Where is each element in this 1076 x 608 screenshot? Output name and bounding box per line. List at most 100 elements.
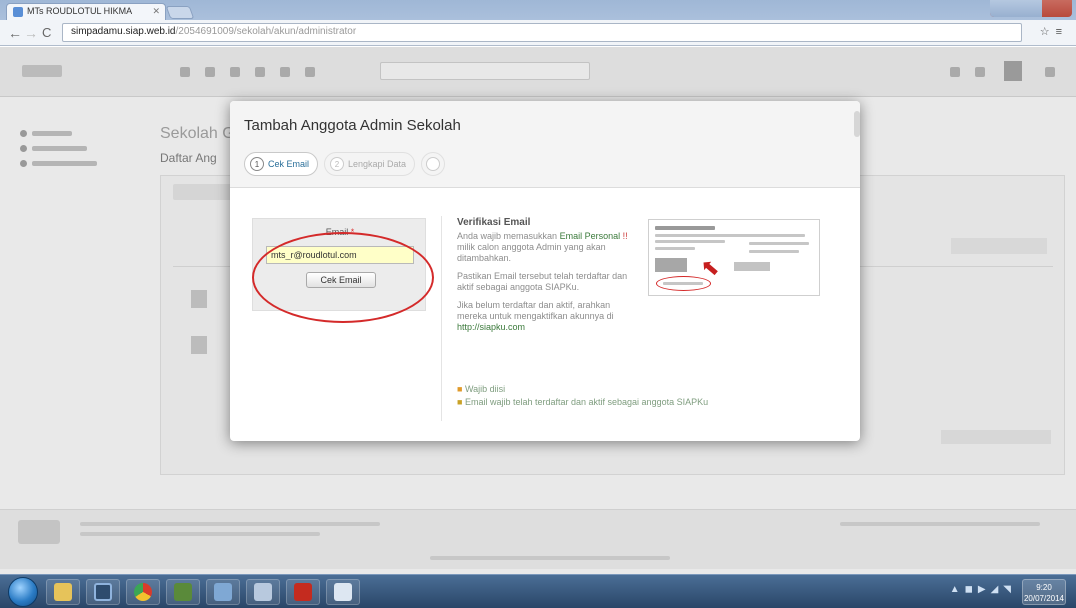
thumb-line [749, 242, 809, 245]
calculator-icon [334, 583, 352, 601]
step-label: Lengkapi Data [348, 159, 407, 169]
cek-email-button[interactable]: Cek Email [306, 272, 376, 288]
verification-text-2: Pastikan Email tersebut telah terdaftar … [457, 271, 628, 292]
text: Anda wajib memasukkan [457, 231, 558, 241]
pen-icon [214, 583, 232, 601]
panel-search[interactable] [951, 238, 1047, 254]
legend-item: ■ Email wajib telah terdaftar dan aktif … [457, 396, 708, 409]
legend-text: Wajib diisi [464, 384, 506, 394]
back-icon[interactable]: ← [8, 25, 22, 41]
site-search-input[interactable] [380, 62, 590, 80]
email-form: Email * Cek Email [252, 218, 426, 311]
verification-title: Verifikasi Email [457, 217, 531, 228]
taskbar-app-tools[interactable] [246, 579, 280, 605]
forward-icon[interactable]: → [24, 25, 38, 41]
legend: ■ Wajib diisi ■ Email wajib telah terdaf… [457, 383, 708, 409]
taskbar-app-word[interactable] [166, 579, 200, 605]
media-icon [94, 583, 112, 601]
sidebar-item[interactable] [20, 142, 130, 154]
email-label: Email * [253, 227, 427, 237]
reload-icon[interactable]: C [42, 25, 51, 40]
email-input[interactable] [266, 246, 414, 264]
clock-date: 20/07/2014 [1023, 594, 1065, 603]
example-screenshot: ⬅ [648, 219, 820, 296]
footer-text [430, 556, 670, 560]
page-subtitle: Daftar Ang [160, 151, 217, 165]
verification-text-1: Anda wajib memasukkan Email Personal !! … [457, 231, 639, 264]
address-bar[interactable]: simpadamu.siap.web.id/2054691009/sekolah… [62, 23, 1022, 42]
taskbar-app-calc[interactable] [326, 579, 360, 605]
nav-icon[interactable] [205, 67, 215, 77]
step-cek-email[interactable]: 1 Cek Email [244, 152, 319, 176]
nav-icon[interactable] [280, 67, 290, 77]
step-lengkapi-data[interactable]: 2 Lengkapi Data [324, 152, 416, 176]
new-tab-button[interactable] [165, 6, 195, 19]
tab-strip: MTs ROUDLOTUL HIKMA ✕ [0, 0, 1076, 21]
step-finish[interactable] [421, 152, 446, 176]
divider [441, 216, 442, 421]
toolbar-menu-icons[interactable]: ☆≡ [1040, 25, 1068, 38]
folder-icon [54, 583, 72, 601]
site-header [0, 47, 1076, 97]
sidebar [20, 127, 130, 172]
start-button[interactable] [8, 577, 38, 607]
panel-button[interactable] [173, 184, 233, 200]
taskbar-app-explorer[interactable] [46, 579, 80, 605]
siapku-link[interactable]: http://siapku.com [457, 322, 525, 332]
wizard-steps: 1 Cek Email 2 Lengkapi Data [244, 152, 451, 176]
system-clock[interactable]: 9:20 20/07/2014 [1022, 579, 1066, 605]
thumb-line [749, 250, 799, 253]
thumb-block [734, 262, 770, 271]
email-personal-link[interactable]: Email Personal [560, 231, 621, 241]
nav-icon[interactable] [255, 67, 265, 77]
text: milik calon anggota Admin yang akan dita… [457, 242, 606, 263]
url-path: /2054691009/sekolah/akun/administrator [175, 26, 357, 37]
browser-chrome: MTs ROUDLOTUL HIKMA ✕ ← → C simpadamu.si… [0, 0, 1076, 46]
nav-icon[interactable] [230, 67, 240, 77]
browser-tab[interactable]: MTs ROUDLOTUL HIKMA ✕ [6, 3, 166, 21]
table-row-avatar [191, 290, 207, 308]
required-marker: * [350, 227, 355, 237]
taskbar-app-pen[interactable] [206, 579, 240, 605]
sidebar-item[interactable] [20, 127, 130, 139]
nav-icon[interactable] [305, 67, 315, 77]
verification-text-3: Jika belum terdaftar dan aktif, arahkan … [457, 300, 639, 333]
taskbar: ▲◼▶◢◥ 9:20 20/07/2014 [0, 574, 1076, 608]
step-number: 1 [250, 157, 264, 171]
chrome-icon [134, 583, 152, 601]
annotation-circle [656, 276, 711, 291]
site-footer [0, 509, 1076, 569]
nav-icon[interactable] [975, 67, 985, 77]
thumb-line [655, 234, 805, 237]
nav-icon[interactable] [950, 67, 960, 77]
taskbar-app-media[interactable] [86, 579, 120, 605]
footer-text [840, 522, 1040, 526]
nav-icon[interactable] [1045, 67, 1055, 77]
taskbar-app-acrobat[interactable] [286, 579, 320, 605]
window-controls[interactable] [990, 0, 1072, 17]
modal-header: Tambah Anggota Admin Sekolah 1 Cek Email… [230, 101, 860, 188]
footer-text [80, 532, 320, 536]
add-admin-modal: Tambah Anggota Admin Sekolah 1 Cek Email… [230, 101, 860, 441]
step-number: 2 [330, 157, 345, 171]
taskbar-app-chrome[interactable] [126, 579, 160, 605]
step-finish-icon [426, 157, 441, 171]
minimize-maximize-buttons[interactable] [990, 0, 1042, 17]
system-tray-icons[interactable]: ▲◼▶◢◥ [950, 584, 1016, 595]
pagination[interactable] [941, 430, 1051, 444]
thumb-line [655, 226, 715, 230]
favicon-icon [13, 6, 23, 17]
sidebar-item[interactable] [20, 157, 130, 169]
scrollbar[interactable] [854, 111, 860, 137]
legend-item: ■ Wajib diisi [457, 383, 708, 396]
acrobat-icon [294, 583, 312, 601]
close-tab-icon[interactable]: ✕ [152, 6, 160, 17]
email-label-text: Email [325, 227, 349, 237]
footer-text [80, 522, 380, 526]
text: Jika belum terdaftar dan aktif, arahkan … [457, 300, 614, 321]
thumb-line [655, 240, 725, 243]
nav-icon[interactable] [180, 67, 190, 77]
thumb-line [655, 247, 695, 250]
avatar[interactable] [1004, 61, 1022, 81]
warning-icon: !! [622, 231, 628, 241]
